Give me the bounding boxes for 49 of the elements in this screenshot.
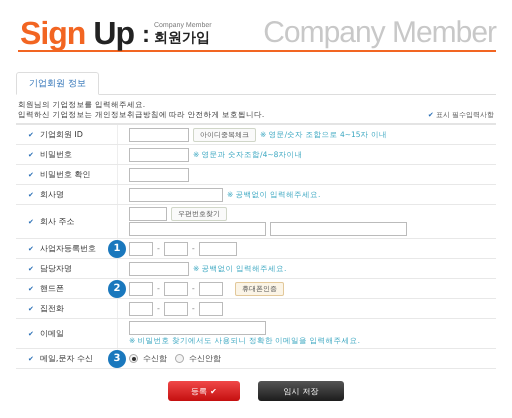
radio-label: 수신함 bbox=[143, 353, 167, 364]
number-badge: 1 bbox=[108, 240, 126, 258]
text-input[interactable] bbox=[270, 222, 407, 236]
text-input[interactable] bbox=[129, 128, 189, 142]
text-input[interactable] bbox=[129, 222, 266, 236]
subtitle: 회원가입 bbox=[154, 30, 211, 46]
text-input[interactable] bbox=[129, 282, 153, 296]
text-input[interactable] bbox=[129, 188, 223, 202]
number-badge: 2 bbox=[108, 280, 126, 298]
field-label: 메일,문자 수신 bbox=[40, 353, 93, 364]
title-accent: Sign bbox=[20, 16, 86, 50]
text-input[interactable] bbox=[129, 168, 189, 182]
submit-button[interactable]: 등록 ✔ bbox=[168, 381, 240, 401]
number-badge: 3 bbox=[108, 350, 126, 368]
dash-separator: - bbox=[192, 304, 195, 313]
dash-separator: - bbox=[192, 244, 195, 253]
dash-separator: - bbox=[192, 284, 195, 293]
text-input[interactable] bbox=[198, 242, 237, 256]
text-input[interactable] bbox=[129, 242, 153, 256]
field-label: 기업회원 ID bbox=[40, 129, 83, 140]
radio-button[interactable] bbox=[129, 354, 138, 363]
radio-button[interactable] bbox=[175, 354, 184, 363]
title-colon: : bbox=[142, 20, 150, 50]
title-text: Up bbox=[93, 16, 134, 50]
dash-separator: - bbox=[157, 304, 160, 313]
field-label: 집전화 bbox=[40, 303, 64, 314]
dash-separator: - bbox=[157, 244, 160, 253]
field-label: 회사 주소 bbox=[40, 216, 74, 227]
text-input[interactable] bbox=[129, 321, 266, 335]
field-label: 비밀번호 확인 bbox=[40, 169, 90, 180]
text-input[interactable] bbox=[198, 282, 223, 296]
text-input[interactable] bbox=[198, 302, 223, 316]
text-input[interactable] bbox=[129, 207, 167, 221]
text-input[interactable] bbox=[129, 262, 189, 276]
text-input[interactable] bbox=[164, 242, 188, 256]
dash-separator: - bbox=[157, 284, 160, 293]
field-label: 비밀번호 bbox=[40, 149, 72, 160]
text-input[interactable] bbox=[129, 302, 153, 316]
field-label: 핸드폰 bbox=[40, 283, 64, 294]
text-input[interactable] bbox=[164, 302, 188, 316]
field-label: 이메일 bbox=[40, 328, 64, 339]
field-label: 회사명 bbox=[40, 189, 64, 200]
save-button[interactable]: 임시 저장 bbox=[258, 381, 344, 401]
radio-label: 수신안함 bbox=[189, 353, 221, 364]
text-input[interactable] bbox=[129, 148, 189, 162]
tab[interactable]: 기업회원 정보 bbox=[16, 72, 99, 95]
field-label: 사업자등록번호 bbox=[40, 243, 96, 254]
field-label: 담당자명 bbox=[40, 263, 72, 274]
text-input[interactable] bbox=[164, 282, 188, 296]
